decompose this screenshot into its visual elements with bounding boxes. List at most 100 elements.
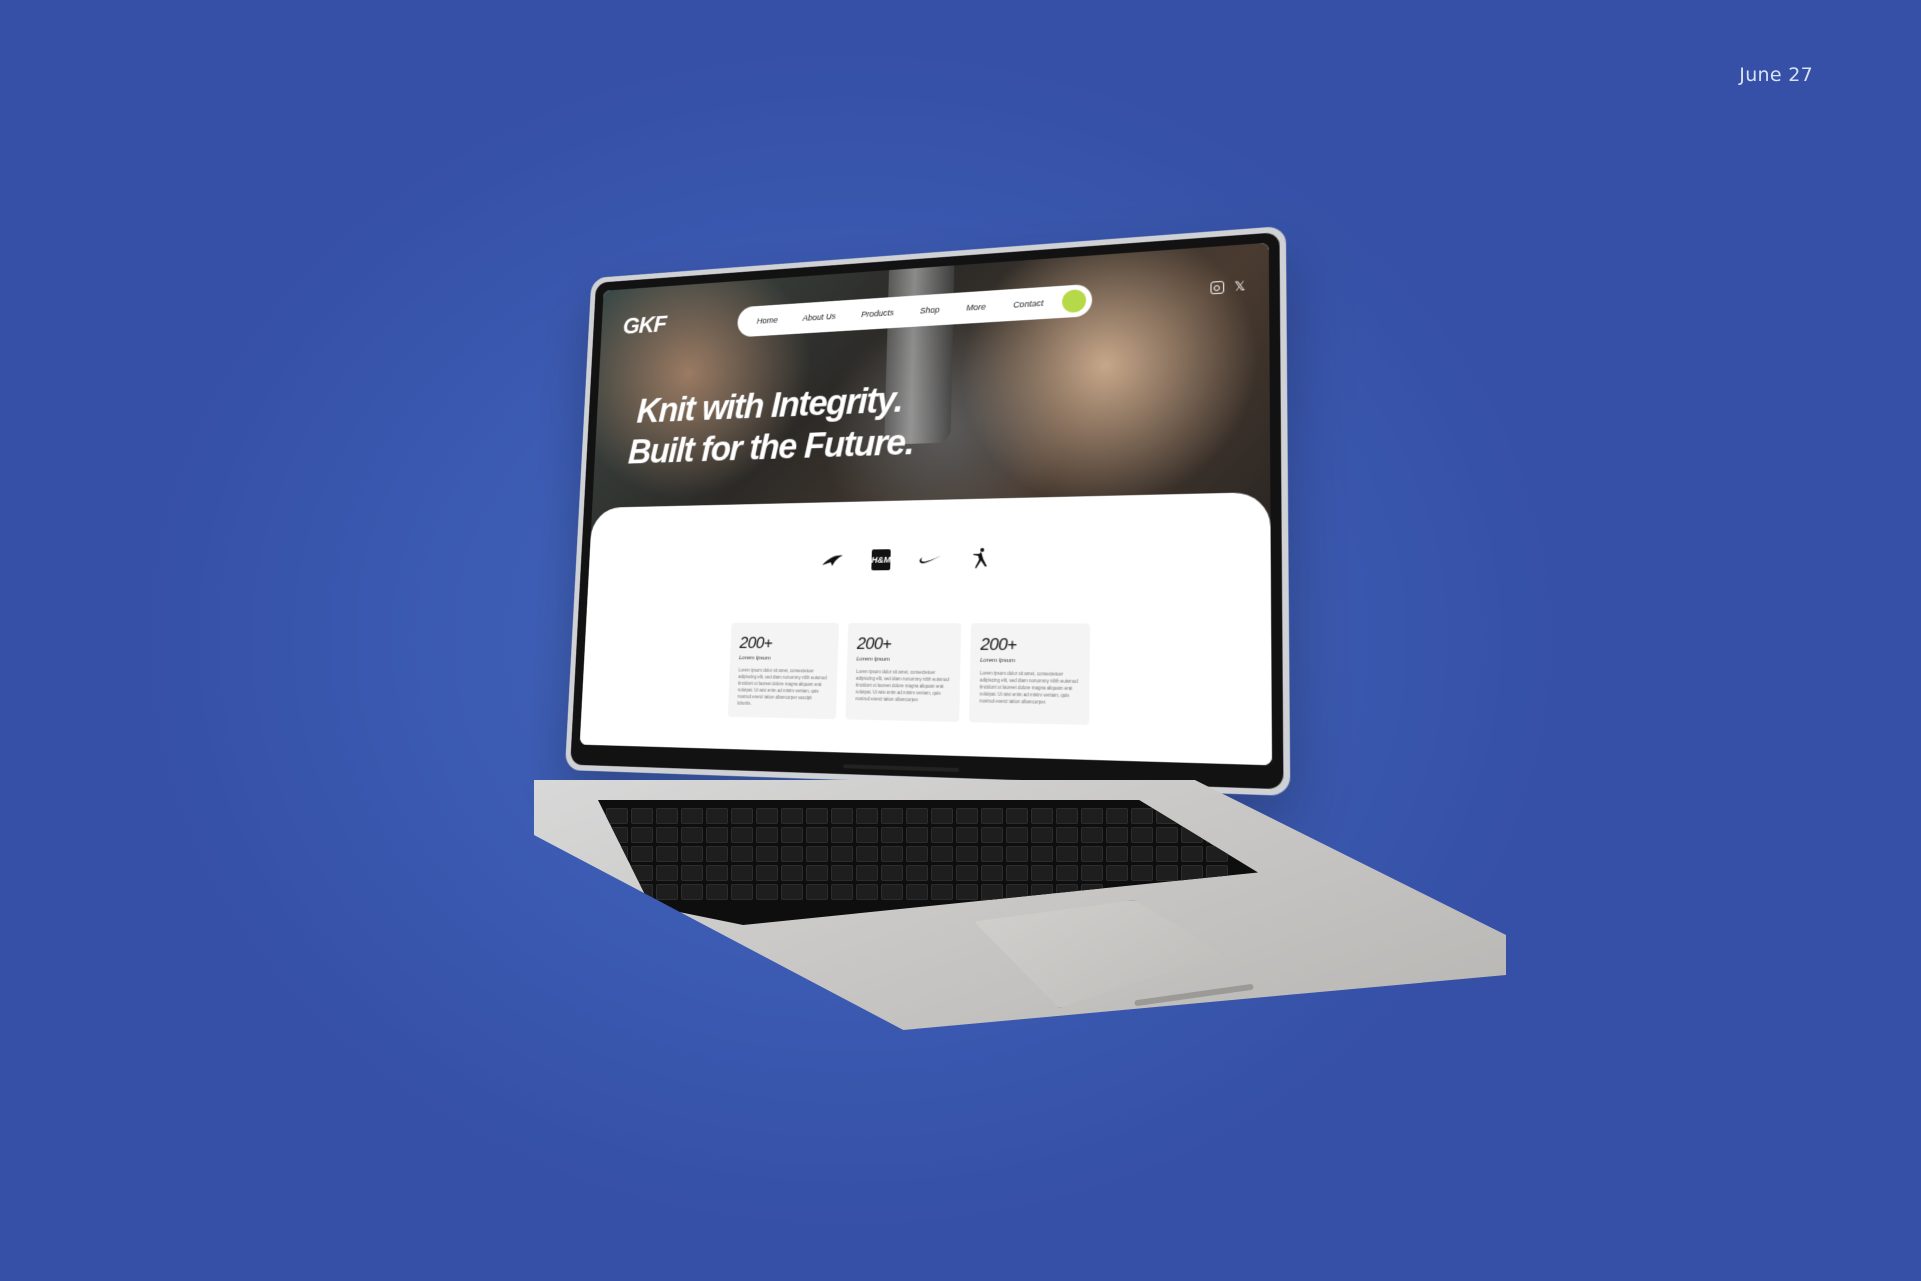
stat-label: Lorem Ipsum (738, 655, 771, 662)
keyboard-key (1056, 846, 1078, 862)
keyboard-key (931, 865, 953, 881)
keyboard-key (756, 846, 778, 862)
keyboard-key (631, 808, 653, 824)
keyboard-key (706, 827, 728, 843)
keyboard-key (1106, 846, 1128, 862)
keyboard-key (1156, 865, 1178, 881)
keyboard-key (956, 884, 978, 900)
stat-label: Lorem Ipsum (856, 656, 890, 663)
keyboard-key (1056, 865, 1078, 881)
keyboard-key (731, 827, 753, 843)
keyboard-key (931, 808, 953, 824)
keyboard-key (706, 865, 728, 881)
keyboard-key (1006, 846, 1028, 862)
trackpad[interactable] (974, 900, 1224, 1008)
screen-bezel: GKF Home About Us Products Shop More Con… (570, 232, 1284, 790)
stat-value: 200+ (980, 635, 1017, 655)
keyboard-key (756, 808, 778, 824)
keyboard-key (806, 884, 828, 900)
nav-item-home[interactable]: Home (757, 315, 778, 325)
keyboard-key (831, 884, 853, 900)
keyboard-key (806, 808, 828, 824)
keyboard-key (931, 846, 953, 862)
keyboard-key (1206, 846, 1228, 862)
keyboard-key (1056, 827, 1078, 843)
keyboard-key (856, 808, 878, 824)
keyboard-key (881, 827, 903, 843)
keyboard-key (681, 865, 703, 881)
lid-opening-notch (1134, 983, 1254, 1007)
date-label: June 27 (1739, 64, 1813, 86)
keyboard-key (1031, 884, 1053, 900)
keyboard-key (756, 884, 778, 900)
keyboard-key (656, 808, 678, 824)
keyboard-key (981, 865, 1003, 881)
keyboard-key (656, 827, 678, 843)
keyboard-key (831, 827, 853, 843)
keyboard-key (781, 865, 803, 881)
keyboard-key (906, 865, 928, 881)
keyboard-key (1006, 884, 1028, 900)
x-icon[interactable]: 𝕏 (1234, 278, 1245, 293)
hm-logo-text: H&M (871, 549, 891, 571)
keyboard-key (956, 865, 978, 881)
keyboard-key (656, 884, 678, 900)
keyboard-key (906, 827, 928, 843)
nav-item-about-us[interactable]: About Us (802, 312, 836, 323)
keyboard (598, 800, 1258, 925)
keyboard-key (1081, 865, 1103, 881)
keyboard-key (1131, 846, 1153, 862)
keyboard-key (856, 827, 878, 843)
keyboard-key (1181, 808, 1203, 824)
keyboard-key (1031, 808, 1053, 824)
keyboard-key (881, 808, 903, 824)
stat-value: 200+ (739, 633, 773, 653)
keyboard-key (1056, 808, 1078, 824)
keyboard-key (881, 846, 903, 862)
keyboard-key (631, 884, 653, 900)
keyboard-key (1006, 808, 1028, 824)
laptop-base (534, 780, 1506, 1030)
keyboard-key (681, 884, 703, 900)
keyboard-key (1181, 865, 1203, 881)
nav-item-products[interactable]: Products (861, 308, 894, 319)
keyboard-key (706, 808, 728, 824)
keyboard-key (781, 884, 803, 900)
keyboard-key (956, 827, 978, 843)
keyboard-key (706, 884, 728, 900)
keyboard-key (1131, 827, 1153, 843)
nav-cta-button[interactable] (1061, 288, 1087, 314)
keyboard-key (781, 827, 803, 843)
keyboard-key (1181, 846, 1203, 862)
keyboard-key (606, 827, 628, 843)
hero-headline-line-2: Built for the Future. (627, 423, 914, 472)
keyboard-key (856, 846, 878, 862)
nav-item-shop[interactable]: Shop (920, 305, 940, 315)
stat-value: 200+ (856, 634, 892, 654)
stat-card: 200+ Lorem Ipsum Lorem ipsum dolor sit a… (727, 622, 839, 720)
stat-label: Lorem Ipsum (980, 657, 1016, 665)
hm-icon: H&M (869, 548, 892, 571)
keyboard-key (831, 846, 853, 862)
keyboard-key (806, 865, 828, 881)
keyboard-key (1081, 827, 1103, 843)
keyboard-key (656, 846, 678, 862)
instagram-icon[interactable] (1209, 280, 1224, 295)
site-logo[interactable]: GKF (622, 310, 666, 340)
keyboard-key (1006, 827, 1028, 843)
nav-item-contact[interactable]: Contact (1013, 298, 1044, 309)
keyboard-key (606, 884, 628, 900)
keyboard-key (631, 827, 653, 843)
stat-text: Lorem ipsum dolor sit amet, consectetuer… (855, 669, 950, 703)
keyboard-key (956, 808, 978, 824)
keyboard-key (956, 846, 978, 862)
keyboard-key (1106, 865, 1128, 881)
keyboard-key (931, 884, 953, 900)
keyboard-key (1156, 808, 1178, 824)
nav-item-more[interactable]: More (966, 302, 986, 313)
keyboard-key (1106, 827, 1128, 843)
keyboard-key (1056, 884, 1078, 900)
keyboard-key (881, 865, 903, 881)
keyboard-key (681, 827, 703, 843)
stat-text: Lorem ipsum dolor sit amet, consectetuer… (737, 667, 827, 706)
